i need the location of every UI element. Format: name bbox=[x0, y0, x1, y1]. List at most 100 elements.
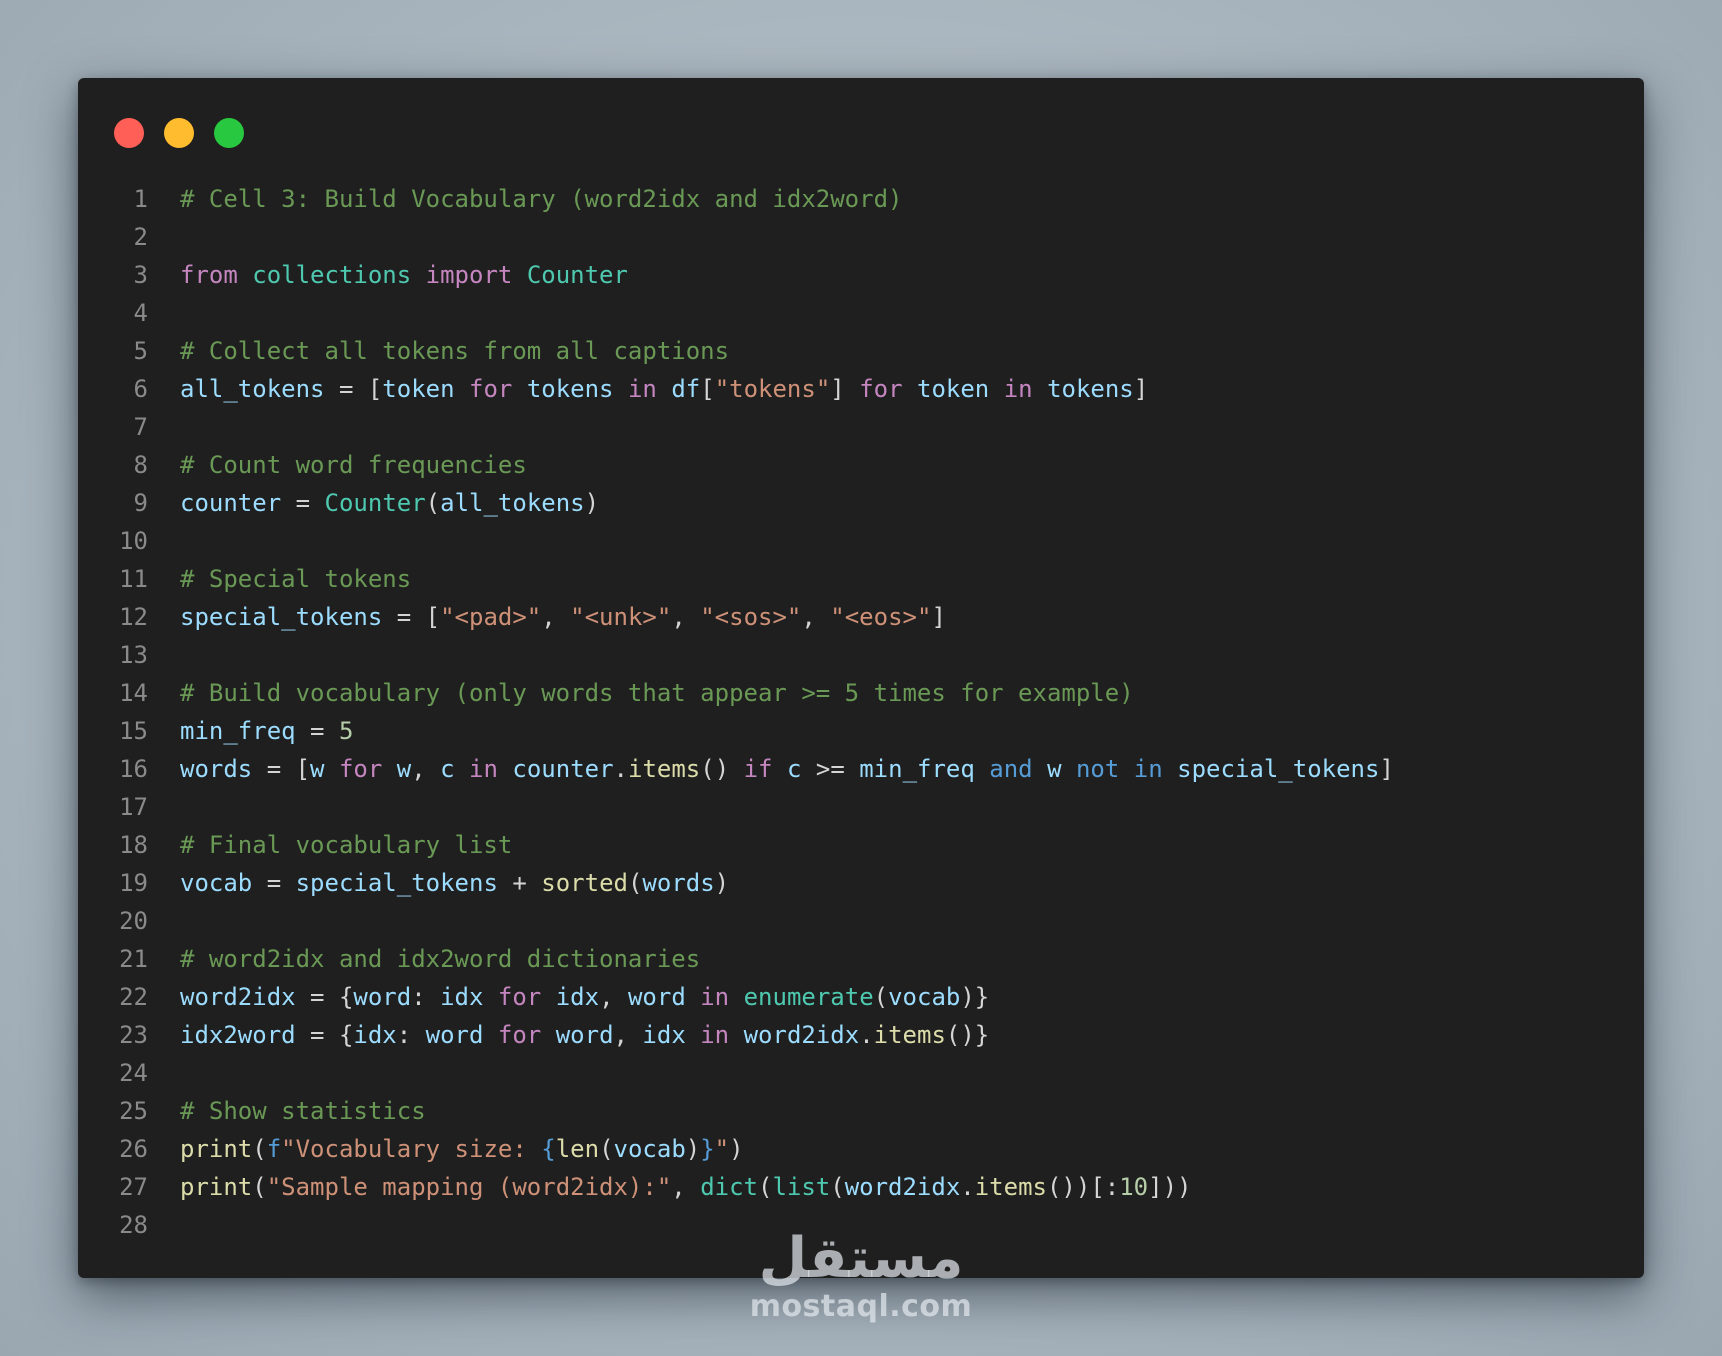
code-line: 5 # Collect all tokens from all captions bbox=[78, 332, 1644, 370]
line-number: 13 bbox=[119, 641, 148, 669]
line-number: 5 bbox=[133, 337, 148, 365]
code-token: # Collect all tokens from all captions bbox=[180, 337, 730, 365]
code-token: # Build vocabulary (only words that appe… bbox=[180, 679, 1134, 707]
code-token: ) bbox=[584, 489, 600, 517]
code-token: ( bbox=[627, 869, 643, 897]
line-number: 19 bbox=[119, 869, 148, 897]
close-button[interactable] bbox=[114, 118, 144, 148]
code-token: in bbox=[700, 1021, 730, 1049]
code-token: print bbox=[180, 1173, 253, 1201]
code-line: 20 bbox=[78, 902, 1644, 940]
code-token: w bbox=[396, 755, 412, 783]
code-token: # word2idx and idx2word dictionaries bbox=[180, 945, 701, 973]
code-editor[interactable]: 1 # Cell 3: Build Vocabulary (word2idx an… bbox=[78, 180, 1644, 1244]
code-token: c bbox=[440, 755, 455, 783]
line-number: 27 bbox=[119, 1173, 148, 1201]
code-token: = bbox=[252, 869, 296, 897]
line-number: 26 bbox=[119, 1135, 148, 1163]
line-number: 11 bbox=[119, 565, 148, 593]
code-token: "<eos>" bbox=[830, 603, 932, 631]
code-token: { bbox=[541, 1135, 556, 1163]
code-token: w bbox=[310, 755, 325, 783]
code-token: all_tokens bbox=[180, 375, 325, 403]
code-line: 17 bbox=[78, 788, 1644, 826]
code-token: , bbox=[613, 1021, 643, 1049]
code-token: ( bbox=[425, 489, 441, 517]
code-token: # Final vocabulary list bbox=[180, 831, 513, 859]
code-line: 24 bbox=[78, 1054, 1644, 1092]
code-token: = bbox=[295, 717, 339, 745]
code-token: , bbox=[671, 603, 701, 631]
code-token: word2idx bbox=[844, 1173, 961, 1201]
line-number: 3 bbox=[133, 261, 148, 289]
code-token: # Cell 3: Build Vocabulary (word2idx and… bbox=[180, 185, 903, 213]
code-token: ( bbox=[252, 1135, 267, 1163]
code-line: 3 from collections import Counter bbox=[78, 256, 1644, 294]
code-token: counter bbox=[180, 489, 282, 517]
code-line: 8 # Count word frequencies bbox=[78, 446, 1644, 484]
code-text: min_freq = 5 bbox=[180, 717, 353, 745]
code-token: ] bbox=[1379, 755, 1394, 783]
line-number: 1 bbox=[133, 185, 148, 213]
line-number: 16 bbox=[119, 755, 148, 783]
code-token: items bbox=[628, 755, 701, 783]
code-token: ( bbox=[599, 1135, 614, 1163]
code-text: print("Sample mapping (word2idx):", dict… bbox=[180, 1173, 1192, 1201]
code-token: ( bbox=[757, 1173, 773, 1201]
code-token: 5 bbox=[338, 717, 354, 745]
code-token: for bbox=[469, 375, 513, 403]
line-number: 14 bbox=[119, 679, 148, 707]
code-line: 11 # Special tokens bbox=[78, 560, 1644, 598]
code-token: all_tokens bbox=[440, 489, 585, 517]
code-token: counter bbox=[512, 755, 614, 783]
code-text: word2idx = {word: idx for idx, word in e… bbox=[180, 983, 989, 1011]
line-number: 15 bbox=[119, 717, 148, 745]
minimize-button[interactable] bbox=[164, 118, 194, 148]
line-number: 20 bbox=[119, 907, 148, 935]
code-line: 13 bbox=[78, 636, 1644, 674]
code-line: 21 # word2idx and idx2word dictionaries bbox=[78, 940, 1644, 978]
code-token: and bbox=[989, 755, 1033, 783]
code-line: 27 print("Sample mapping (word2idx):", di… bbox=[78, 1168, 1644, 1206]
code-text: # Special tokens bbox=[180, 565, 411, 593]
code-text: # Build vocabulary (only words that appe… bbox=[180, 679, 1134, 707]
line-number: 24 bbox=[119, 1059, 148, 1087]
code-line: 14 # Build vocabulary (only words that ap… bbox=[78, 674, 1644, 712]
code-token: word bbox=[627, 983, 686, 1011]
maximize-button[interactable] bbox=[214, 118, 244, 148]
code-token: min_freq bbox=[859, 755, 975, 783]
code-token: 10 bbox=[1119, 1173, 1149, 1201]
code-token: idx bbox=[642, 1021, 686, 1049]
code-token: enumerate bbox=[743, 983, 874, 1011]
code-text: vocab = special_tokens + sorted(words) bbox=[180, 869, 729, 897]
code-line: 1 # Cell 3: Build Vocabulary (word2idx an… bbox=[78, 180, 1644, 218]
code-token: word bbox=[425, 1021, 484, 1049]
code-text: counter = Counter(all_tokens) bbox=[180, 489, 599, 517]
line-number: 8 bbox=[133, 451, 148, 479]
code-token: Counter bbox=[526, 261, 628, 289]
line-number: 21 bbox=[119, 945, 148, 973]
line-number: 10 bbox=[119, 527, 148, 555]
code-token: = bbox=[281, 489, 325, 517]
code-window: 1 # Cell 3: Build Vocabulary (word2idx an… bbox=[78, 78, 1644, 1278]
line-number: 12 bbox=[119, 603, 148, 631]
code-token: # Special tokens bbox=[180, 565, 412, 593]
code-token: " bbox=[714, 1135, 730, 1163]
code-text: idx2word = {idx: word for word, idx in w… bbox=[180, 1021, 989, 1049]
code-token: words bbox=[642, 869, 715, 897]
code-token: >= bbox=[801, 755, 860, 783]
code-token: tokens bbox=[526, 375, 614, 403]
